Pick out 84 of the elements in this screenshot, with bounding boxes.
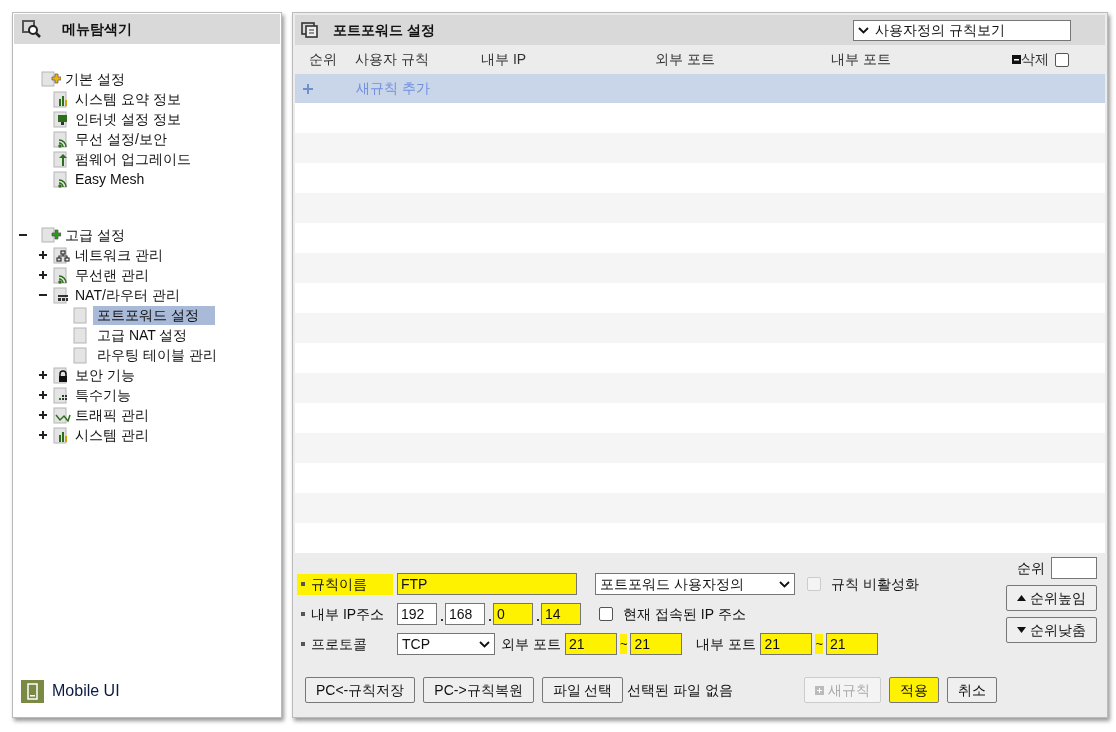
chevron-down-icon [779, 580, 790, 588]
field-label: 내부 포트 [696, 634, 757, 654]
range-separator: ~ [619, 634, 628, 654]
expand-icon[interactable] [39, 431, 47, 439]
file-status: 선택된 파일 없음 [627, 680, 734, 700]
mobile-ui-link[interactable]: Mobile UI [52, 679, 120, 703]
tree-item[interactable]: 특수기능 [71, 385, 135, 405]
port-from-field[interactable]: 21 [760, 633, 813, 655]
port-to-field[interactable]: 21 [630, 633, 683, 655]
expand-icon[interactable] [39, 271, 47, 279]
tree-item[interactable]: 펌웨어 업그레이드 [71, 149, 195, 169]
triangle-up-icon [1017, 595, 1026, 601]
rule-type-select[interactable]: 포트포워드 사용자정의 [595, 573, 795, 595]
collapse-icon[interactable] [19, 231, 27, 239]
folder-icon [53, 246, 71, 264]
port-to-field[interactable]: 21 [825, 633, 878, 655]
field-label: 규칙이름 [311, 574, 367, 594]
save-rules-button[interactable]: PC<-규칙저장 [305, 677, 416, 703]
move-up-button[interactable]: 순위높임 [1006, 585, 1097, 611]
ip-octet-field[interactable]: 192 [397, 603, 437, 625]
tree-item[interactable]: Easy Mesh [71, 169, 149, 189]
tree-item[interactable]: 무선 설정/보안 [71, 129, 171, 149]
column-header: 내부 IP [481, 50, 527, 69]
cancel-button[interactable]: 취소 [947, 677, 997, 703]
tree-item[interactable]: 포트포워드 설정 [93, 305, 215, 325]
checkbox-label: 규칙 비활성화 [831, 574, 919, 594]
tree-item[interactable]: 고급 NAT 설정 [93, 325, 192, 345]
tree-item[interactable]: NAT/라우터 관리 [71, 285, 184, 305]
column-header: 삭제 [1021, 50, 1049, 69]
expand-icon[interactable] [39, 371, 47, 379]
minus-icon [1012, 55, 1021, 64]
port-from-field[interactable]: 21 [564, 633, 617, 655]
column-header: 외부 포트 [655, 50, 715, 69]
chevron-down-icon [479, 640, 490, 648]
apply-button[interactable]: 적용 [889, 677, 939, 703]
tree-item[interactable]: 시스템 관리 [71, 425, 153, 445]
folder-icon [53, 406, 71, 424]
column-header: 순위 [309, 50, 337, 69]
search-icon [22, 20, 42, 38]
folder-icon [53, 286, 71, 304]
column-header: 사용자 규칙 [355, 50, 429, 69]
triangle-down-icon [1017, 627, 1026, 633]
tree-item[interactable]: 시스템 요약 정보 [71, 89, 185, 109]
expand-icon[interactable] [39, 411, 47, 419]
window-icon [301, 22, 319, 38]
field-label: 내부 IP주소 [311, 604, 385, 624]
expand-icon[interactable] [39, 251, 47, 259]
expand-icon[interactable] [39, 391, 47, 399]
order-field[interactable] [1051, 557, 1097, 579]
plus-icon [303, 83, 313, 94]
phone-icon [21, 679, 44, 703]
tree-item[interactable]: 라우팅 테이블 관리 [93, 345, 221, 365]
field-label: 프로토콜 [311, 634, 367, 654]
plus-icon [815, 685, 824, 695]
view-select[interactable]: 사용자정의 규칙보기 [853, 19, 1071, 41]
tree-item[interactable]: 트래픽 관리 [71, 405, 153, 425]
ip-octet-field[interactable]: 168 [445, 603, 485, 625]
checkbox[interactable] [1055, 52, 1069, 67]
checkbox[interactable] [599, 607, 613, 621]
move-down-button[interactable]: 순위낮춤 [1006, 617, 1097, 643]
column-header: 내부 포트 [831, 50, 891, 69]
tree-item[interactable]: 인터넷 설정 정보 [71, 109, 185, 129]
restore-rules-button[interactable]: PC->규칙복원 [423, 677, 534, 703]
tree-item[interactable]: 고급 설정 [61, 225, 129, 245]
checkbox-label: 현재 접속된 IP 주소 [623, 604, 746, 624]
tree-item[interactable]: 기본 설정 [61, 69, 129, 89]
protocol-select[interactable]: TCP [397, 633, 495, 655]
panel-title: 포트포워드 설정 [333, 20, 435, 40]
tree-item[interactable]: 네트워크 관리 [71, 245, 167, 265]
field-label: 순위 [1017, 558, 1045, 578]
tree-item[interactable]: 무선랜 관리 [71, 265, 153, 285]
rule-name-field[interactable]: FTP [397, 573, 577, 595]
collapse-icon[interactable] [39, 291, 47, 299]
range-separator: ~ [815, 634, 823, 654]
tree-item[interactable]: 보안 기능 [71, 365, 139, 385]
ip-octet-field[interactable]: 14 [541, 603, 581, 625]
field-label: 외부 포트 [501, 634, 561, 654]
new-rule-label: 새규칙 추가 [356, 79, 430, 98]
folder-plus-icon [41, 70, 61, 88]
chevron-down-icon [858, 26, 869, 34]
ip-octet-field[interactable]: 0 [493, 603, 533, 625]
file-select-button[interactable]: 파일 선택 [541, 677, 624, 703]
folder-plus-icon [41, 226, 61, 244]
explorer-title: 메뉴탐색기 [62, 19, 132, 39]
